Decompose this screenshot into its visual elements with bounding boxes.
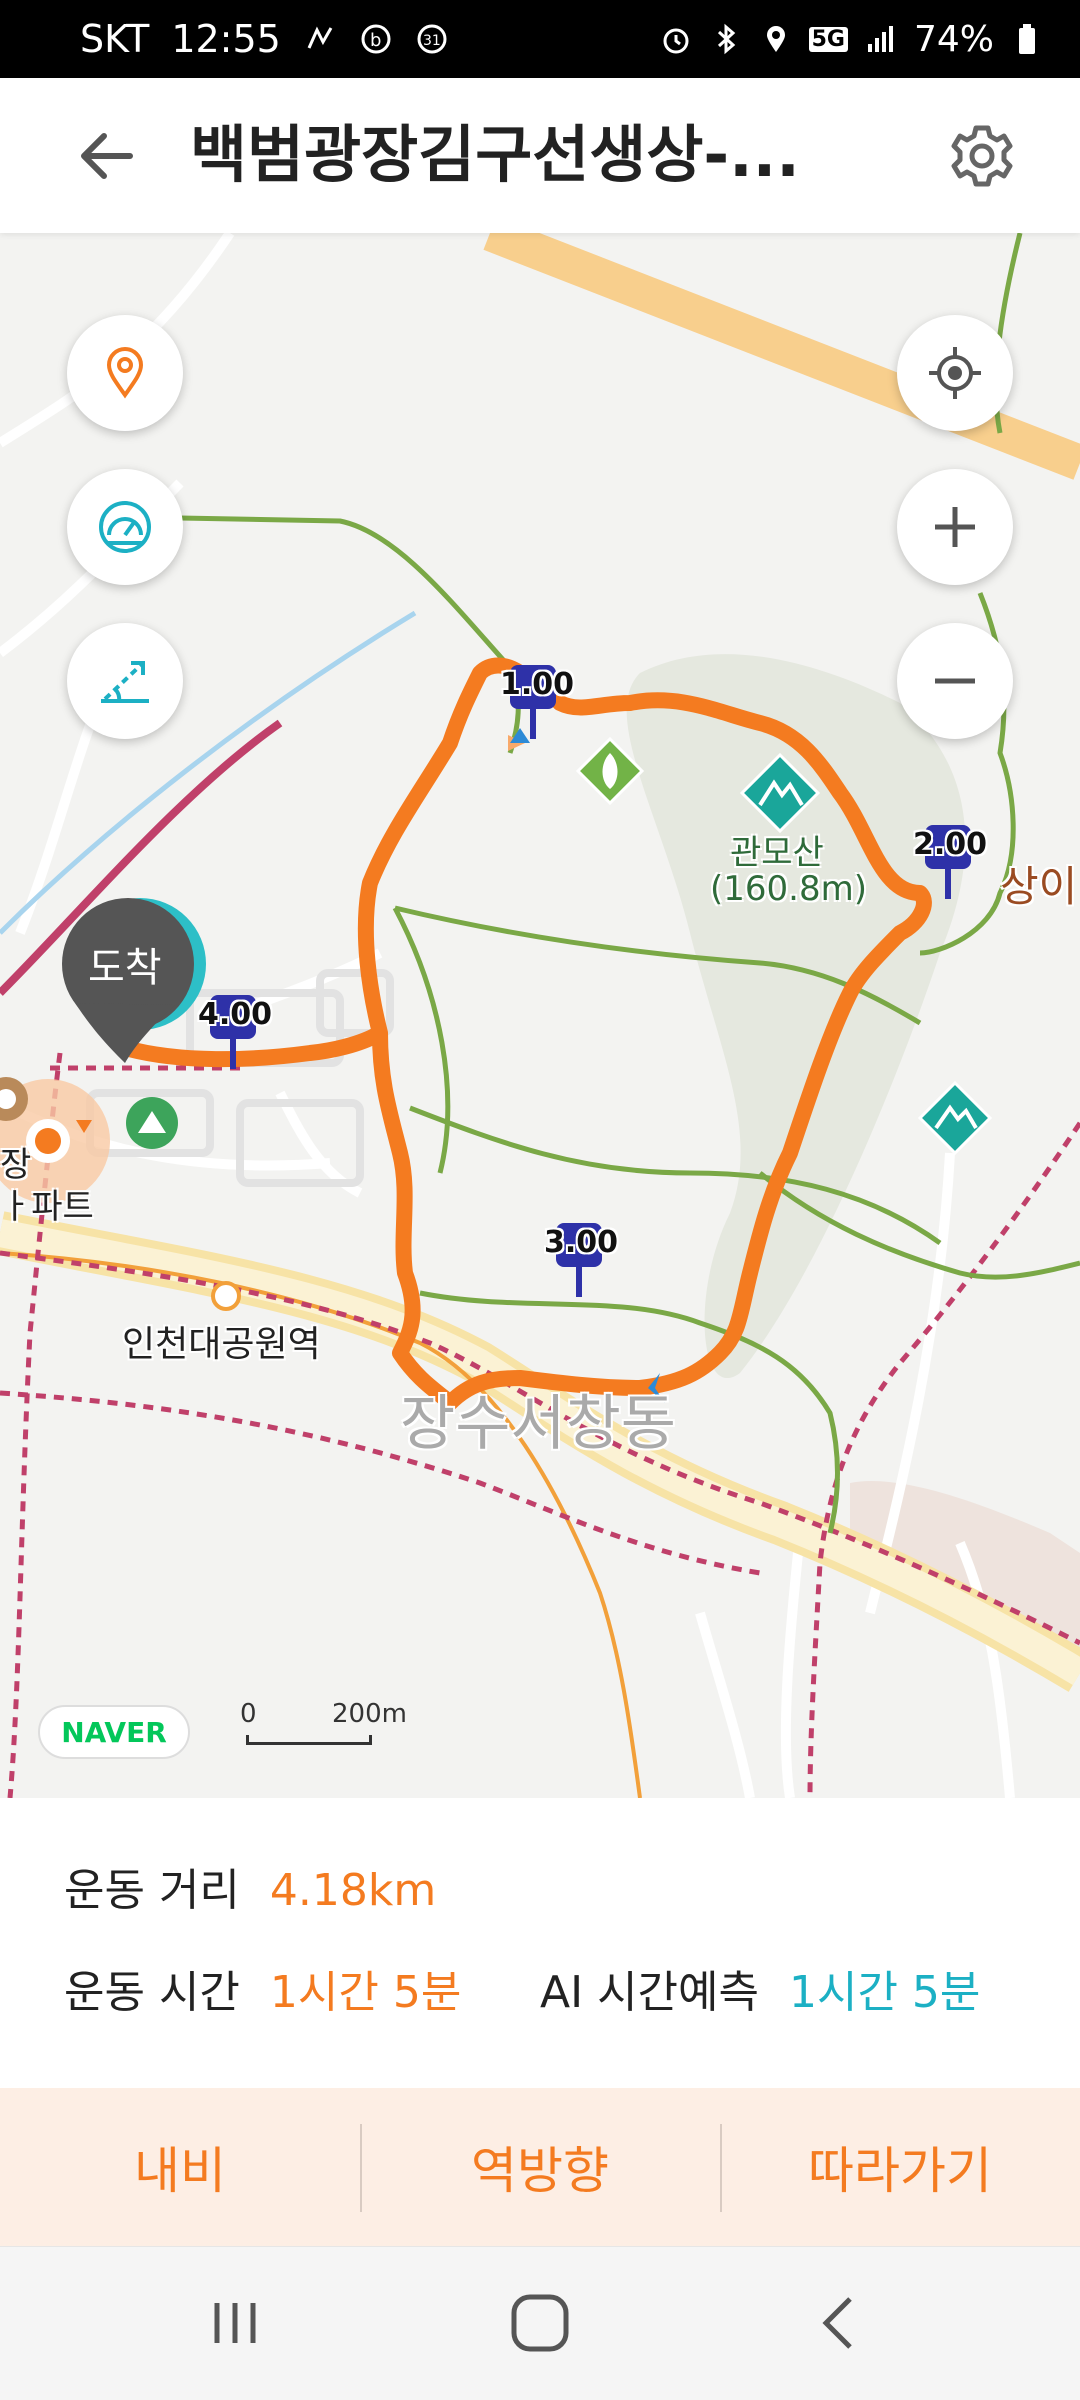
gear-icon[interactable] bbox=[942, 116, 1022, 196]
home-icon[interactable] bbox=[500, 2287, 580, 2359]
clock: 12:55 bbox=[171, 17, 281, 61]
distance-row: 운동 거리 4.18km bbox=[64, 1854, 436, 1918]
ai-time-label: AI 시간예측 bbox=[540, 1967, 759, 2018]
location-pin-icon bbox=[106, 347, 144, 399]
speedometer-icon bbox=[99, 501, 151, 553]
follow-button[interactable]: 따라가기 bbox=[720, 2088, 1080, 2246]
sangi-label: 상이 bbox=[1000, 862, 1078, 911]
ai-time-row: AI 시간예측 1시간 5분 bbox=[540, 1956, 980, 2020]
location-icon bbox=[766, 26, 785, 52]
svg-text:b: b bbox=[370, 30, 381, 51]
exercise-info-panel: 운동 거리 4.18km 운동 시간 1시간 5분 AI 시간예측 1시간 5분 bbox=[0, 1798, 1080, 2088]
scale-distance: 200m bbox=[332, 1699, 407, 1729]
poi-label-2: ㅏ파트 bbox=[0, 1187, 94, 1227]
time-row: 운동 시간 1시간 5분 bbox=[64, 1956, 461, 2020]
navigation-button[interactable]: 내비 bbox=[0, 2088, 360, 2246]
map-view[interactable]: 1.00 2.00 3.00 4.00 도착 관모산 (160.8m) 상이 인… bbox=[0, 233, 1080, 1798]
svg-text:31: 31 bbox=[423, 33, 441, 49]
calendar-31-icon: 31 bbox=[417, 24, 447, 54]
zoom-in-icon bbox=[935, 507, 975, 547]
park-area bbox=[626, 654, 966, 1379]
peak-name-label: 관모산 bbox=[730, 833, 824, 873]
ai-time-value: 1시간 5분 bbox=[788, 1967, 981, 2018]
reverse-button[interactable]: 역방향 bbox=[360, 2088, 720, 2246]
arrival-label: 도착 bbox=[88, 945, 162, 991]
my-location-button[interactable] bbox=[897, 315, 1013, 431]
station-icon bbox=[211, 1281, 241, 1311]
peak-elevation-label: (160.8m) bbox=[710, 869, 867, 909]
zoom-out-button[interactable] bbox=[897, 623, 1013, 739]
scale-bar bbox=[246, 1735, 372, 1745]
location-pin-button[interactable] bbox=[67, 315, 183, 431]
back-icon[interactable] bbox=[800, 2287, 880, 2359]
activity-icon bbox=[307, 26, 333, 49]
b-app-icon: b bbox=[361, 24, 391, 54]
slope-icon bbox=[101, 661, 149, 703]
time-label: 운동 시간 bbox=[64, 1967, 240, 2018]
zoom-in-button[interactable] bbox=[897, 469, 1013, 585]
status-bar: SKT 12:55 b 31 5G 74% bbox=[0, 0, 1080, 78]
slope-button[interactable] bbox=[67, 623, 183, 739]
scale-zero: 0 bbox=[240, 1699, 257, 1729]
naver-logo: NAVER bbox=[38, 1705, 190, 1759]
map-scale: 0 200m bbox=[240, 1699, 410, 1749]
speedometer-button[interactable] bbox=[67, 469, 183, 585]
km-label-2: 2.00 bbox=[913, 827, 988, 862]
km-label-4: 4.00 bbox=[198, 997, 273, 1032]
network-type: 5G bbox=[808, 26, 848, 52]
zoom-out-icon bbox=[935, 678, 975, 684]
carrier: SKT bbox=[80, 17, 150, 61]
battery-percent: 74% bbox=[913, 18, 994, 60]
peak-marker-icon-2 bbox=[917, 1080, 993, 1156]
bluetooth-icon bbox=[717, 23, 735, 55]
my-location-icon bbox=[929, 347, 981, 399]
alarm-icon bbox=[663, 28, 689, 54]
battery-icon bbox=[1019, 24, 1035, 54]
page-title: 백범광장김구선생상-... bbox=[190, 118, 800, 191]
km-label-1: 1.00 bbox=[500, 667, 575, 702]
distance-label: 운동 거리 bbox=[64, 1865, 240, 1916]
district-label: 장수서창동 bbox=[400, 1389, 676, 1459]
arrow-left-icon[interactable] bbox=[70, 118, 146, 194]
app-header: 백범광장김구선생상-... bbox=[0, 78, 1080, 233]
station-label: 인천대공원역 bbox=[122, 1324, 321, 1365]
time-value: 1시간 5분 bbox=[269, 1967, 462, 2018]
action-bar: 내비 역방향 따라가기 bbox=[0, 2088, 1080, 2246]
stream bbox=[0, 610, 417, 935]
km-label-3: 3.00 bbox=[544, 1225, 619, 1260]
mountain-poi-icon bbox=[126, 1097, 178, 1149]
signal-icon bbox=[867, 26, 893, 52]
recent-apps-icon[interactable] bbox=[195, 2287, 275, 2359]
system-nav-bar bbox=[0, 2246, 1080, 2400]
map-base bbox=[0, 233, 1080, 1798]
distance-value: 4.18km bbox=[269, 1865, 437, 1916]
